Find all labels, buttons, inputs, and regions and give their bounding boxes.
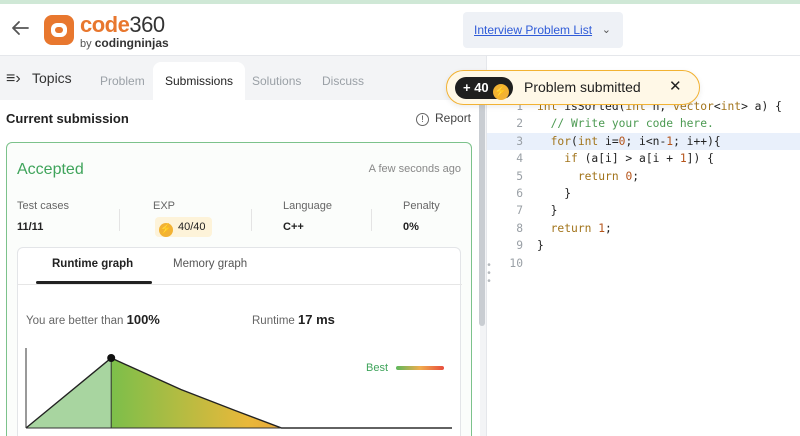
tab-submissions[interactable]: Submissions <box>153 62 246 100</box>
left-panel-scrollbar[interactable] <box>479 100 485 326</box>
lightning-icon: ⚡ <box>159 223 173 237</box>
submission-time: A few seconds ago <box>368 163 461 175</box>
line-content: return 1; <box>550 221 612 235</box>
line-content: // Write your code here. <box>537 117 714 131</box>
tabs-bar: ≡› Topics Problem Submissions Solutions D… <box>0 56 480 100</box>
points-value: + 40 <box>463 80 489 95</box>
line-content: } <box>537 204 558 218</box>
stat-divider <box>371 209 372 231</box>
code-line[interactable]: 9} <box>487 237 800 254</box>
line-number: 2 <box>516 117 523 131</box>
code-line[interactable]: 6 } <box>487 185 800 202</box>
stat-value-exp: 40/40 <box>178 221 206 233</box>
better-value: 100% <box>126 312 160 327</box>
line-content: } <box>537 239 544 253</box>
interview-problem-list-dropdown[interactable]: Interview Problem List ⌄ <box>463 12 623 48</box>
exp-badge: ⚡ 40/40 <box>155 217 212 237</box>
header: code360 by codingninjas Interview Proble… <box>0 4 800 56</box>
graph-tabs-divider <box>18 284 462 285</box>
code-line[interactable]: 7 } <box>487 202 800 219</box>
runtime-value: 17 ms <box>298 312 335 327</box>
report-label: Report <box>435 111 472 125</box>
tab-discuss[interactable]: Discuss <box>310 62 376 100</box>
stat-label-penalty: Penalty <box>403 200 440 212</box>
logo-brand: codingninjas <box>94 36 169 50</box>
lightning-icon: ⚡ <box>492 84 509 100</box>
runtime-area <box>111 358 452 428</box>
problem-submitted-toast: + 40 ⚡ Problem submitted ✕ <box>446 70 700 105</box>
line-number: 3 <box>516 134 523 148</box>
stat-value-language: C++ <box>283 221 304 233</box>
code-line[interactable]: 5 return 0; <box>487 168 800 185</box>
logo-name: code <box>80 12 130 37</box>
stat-label-exp: EXP <box>153 200 176 212</box>
runtime-label: Runtime <box>252 315 295 327</box>
code-line[interactable]: 10 <box>487 255 800 272</box>
tab-problem[interactable]: Problem <box>88 62 157 100</box>
your-runtime-marker <box>107 354 116 362</box>
topics-label: Topics <box>32 70 72 86</box>
code-editor[interactable]: 1 int isSorted(int n, vector<int> a) {2 /… <box>486 56 800 436</box>
toast-message: Problem submitted <box>524 79 641 95</box>
better-label: You are better than <box>26 315 124 327</box>
line-content: for(int i=0; i<n-1; i++){ <box>550 134 721 148</box>
runtime-distribution-chart: 0102030405055 <box>25 348 452 429</box>
current-submission-title: Current submission <box>6 111 129 126</box>
line-number: 7 <box>516 204 523 218</box>
logo-number: 360 <box>129 12 165 37</box>
line-number: 4 <box>516 152 523 166</box>
stat-value-penalty: 0% <box>403 221 419 233</box>
status-accepted: Accepted <box>17 161 84 178</box>
tab-runtime-graph[interactable]: Runtime graph <box>52 258 133 270</box>
better-than-stat: You are better than 100% <box>26 312 160 327</box>
graph-panel: Runtime graph Memory graph You are bette… <box>17 247 462 436</box>
tab-solutions[interactable]: Solutions <box>240 62 313 100</box>
logo-by: by <box>80 38 92 50</box>
code-line[interactable]: 4 if (a[i] > a[i + 1]) { <box>487 150 800 167</box>
stat-divider <box>119 209 120 231</box>
line-number: 8 <box>516 221 523 235</box>
line-content: return 0; <box>577 169 640 183</box>
code-line[interactable]: 3 for(int i=0; i<n-1; i++){ <box>487 132 800 151</box>
code-line[interactable]: 2 // Write your code here. <box>487 115 800 132</box>
logo-icon <box>44 15 74 45</box>
line-number: 10 <box>509 256 523 270</box>
code-line[interactable]: 8 return 1; <box>487 220 800 237</box>
points-badge: + 40 ⚡ <box>455 77 513 100</box>
chevron-down-icon: ⌄ <box>601 24 611 36</box>
line-number: 6 <box>516 186 523 200</box>
stat-label-language: Language <box>283 200 332 212</box>
panel-resize-handle[interactable]: • • • <box>486 261 492 292</box>
back-arrow-icon[interactable] <box>8 16 32 40</box>
info-icon: ! <box>416 113 429 126</box>
problem-list-label: Interview Problem List <box>474 23 593 37</box>
stat-divider <box>251 209 252 231</box>
code-lines[interactable]: 1 int isSorted(int n, vector<int> a) {2 /… <box>487 98 800 272</box>
tab-memory-graph[interactable]: Memory graph <box>173 258 247 270</box>
stat-label-test-cases: Test cases <box>17 200 69 212</box>
runtime-stat: Runtime 17 ms <box>252 312 335 327</box>
code360-logo[interactable]: code360 by codingninjas <box>44 12 184 52</box>
submission-result-card: Accepted A few seconds ago Test cases 11… <box>6 142 472 436</box>
report-button[interactable]: ! Report <box>416 111 471 126</box>
topics-button[interactable]: ≡› Topics <box>6 70 72 88</box>
line-number: 5 <box>516 169 523 183</box>
close-icon[interactable]: ✕ <box>669 77 682 95</box>
line-content: if (a[i] > a[i + 1]) { <box>564 152 714 166</box>
stat-value-test-cases: 11/11 <box>17 221 44 233</box>
line-content: } <box>537 186 572 200</box>
submission-panel: Current submission ! Report Accepted A fe… <box>0 100 480 436</box>
line-number: 9 <box>516 239 523 253</box>
menu-arrow-icon: ≡› <box>6 70 21 87</box>
